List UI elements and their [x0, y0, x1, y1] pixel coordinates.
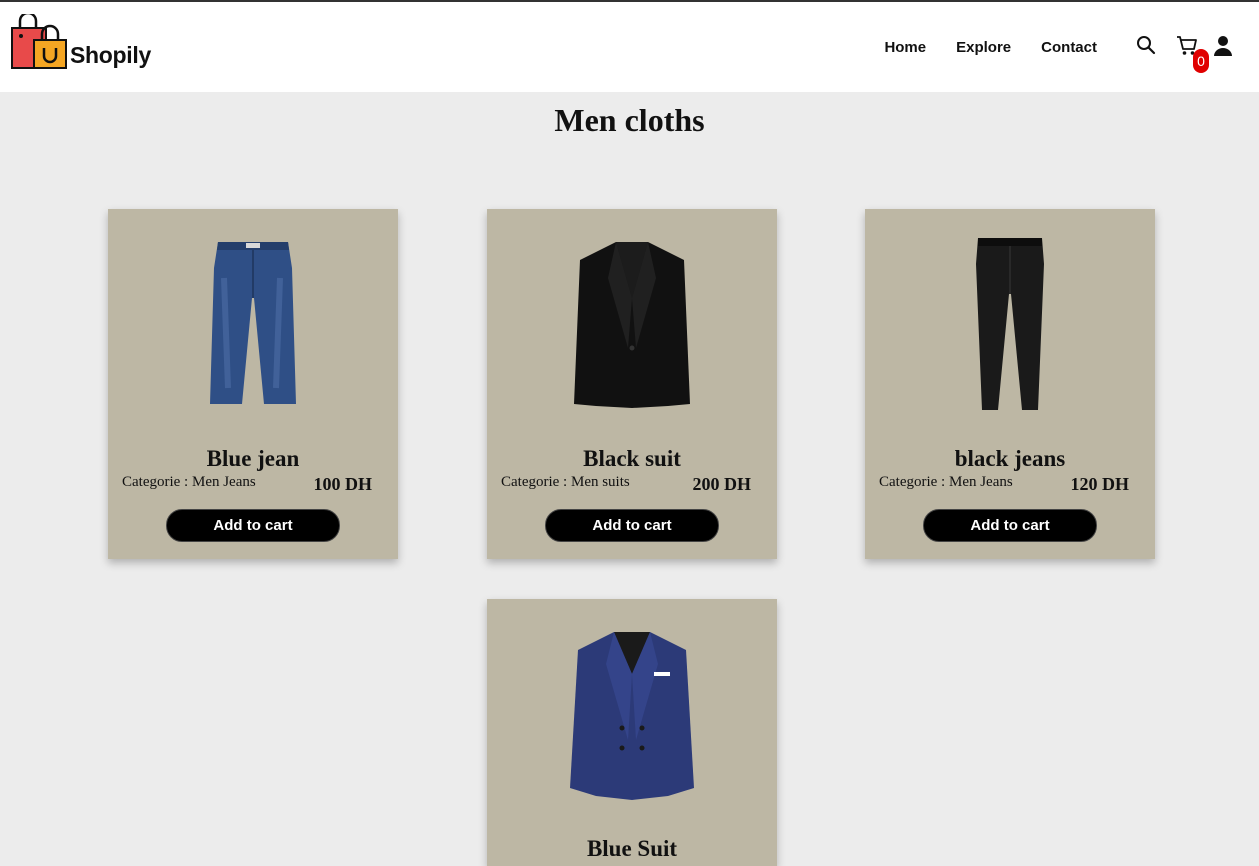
- black-suit-image: [574, 242, 690, 408]
- main-nav: Home Explore Contact: [884, 39, 1097, 59]
- add-to-cart-button[interactable]: Add to cart: [545, 509, 719, 542]
- product-card: Blue jean Categorie : Men Jeans 100 DH A…: [108, 209, 398, 559]
- product-image: [108, 229, 398, 419]
- nav-icons: 0: [1136, 35, 1246, 75]
- product-image: [865, 229, 1155, 419]
- nav-link-explore[interactable]: Explore: [956, 39, 1011, 59]
- add-to-cart-button[interactable]: Add to cart: [166, 509, 340, 542]
- product-name: black jeans: [954, 446, 1066, 471]
- product-name: Black suit: [583, 446, 681, 471]
- product-image: [487, 229, 777, 419]
- blue-jeans-image: [210, 242, 296, 404]
- search-icon[interactable]: [1136, 35, 1156, 55]
- nav-link-home[interactable]: Home: [884, 39, 926, 59]
- shopping-bags-icon: [11, 14, 67, 69]
- brand-name: Shopily: [70, 42, 151, 68]
- page-title: Men cloths: [554, 102, 705, 138]
- user-icon[interactable]: [1214, 35, 1232, 57]
- product-category: Categorie : Men Jeans: [879, 474, 1013, 490]
- product-image: [487, 619, 777, 809]
- product-name: Blue jean: [206, 446, 300, 471]
- navbar: Shopily Home Explore Contact 0: [0, 2, 1259, 92]
- add-to-cart-button[interactable]: Add to cart: [923, 509, 1097, 542]
- product-price: 120 DH: [1070, 474, 1130, 494]
- product-price: 100 DH: [313, 474, 373, 494]
- product-card: Blue Suit: [487, 599, 777, 866]
- black-jeans-image: [976, 238, 1044, 410]
- cart-count-badge: 0: [1193, 49, 1209, 73]
- blue-suit-image: [570, 632, 694, 800]
- logo[interactable]: Shopily: [10, 14, 160, 74]
- product-category: Categorie : Men suits: [501, 474, 630, 490]
- product-name: Blue Suit: [586, 836, 678, 861]
- product-card: Black suit Categorie : Men suits 200 DH …: [487, 209, 777, 559]
- nav-link-contact[interactable]: Contact: [1041, 39, 1097, 59]
- product-price: 200 DH: [692, 474, 752, 494]
- product-card: black jeans Categorie : Men Jeans 120 DH…: [865, 209, 1155, 559]
- product-category: Categorie : Men Jeans: [122, 474, 256, 490]
